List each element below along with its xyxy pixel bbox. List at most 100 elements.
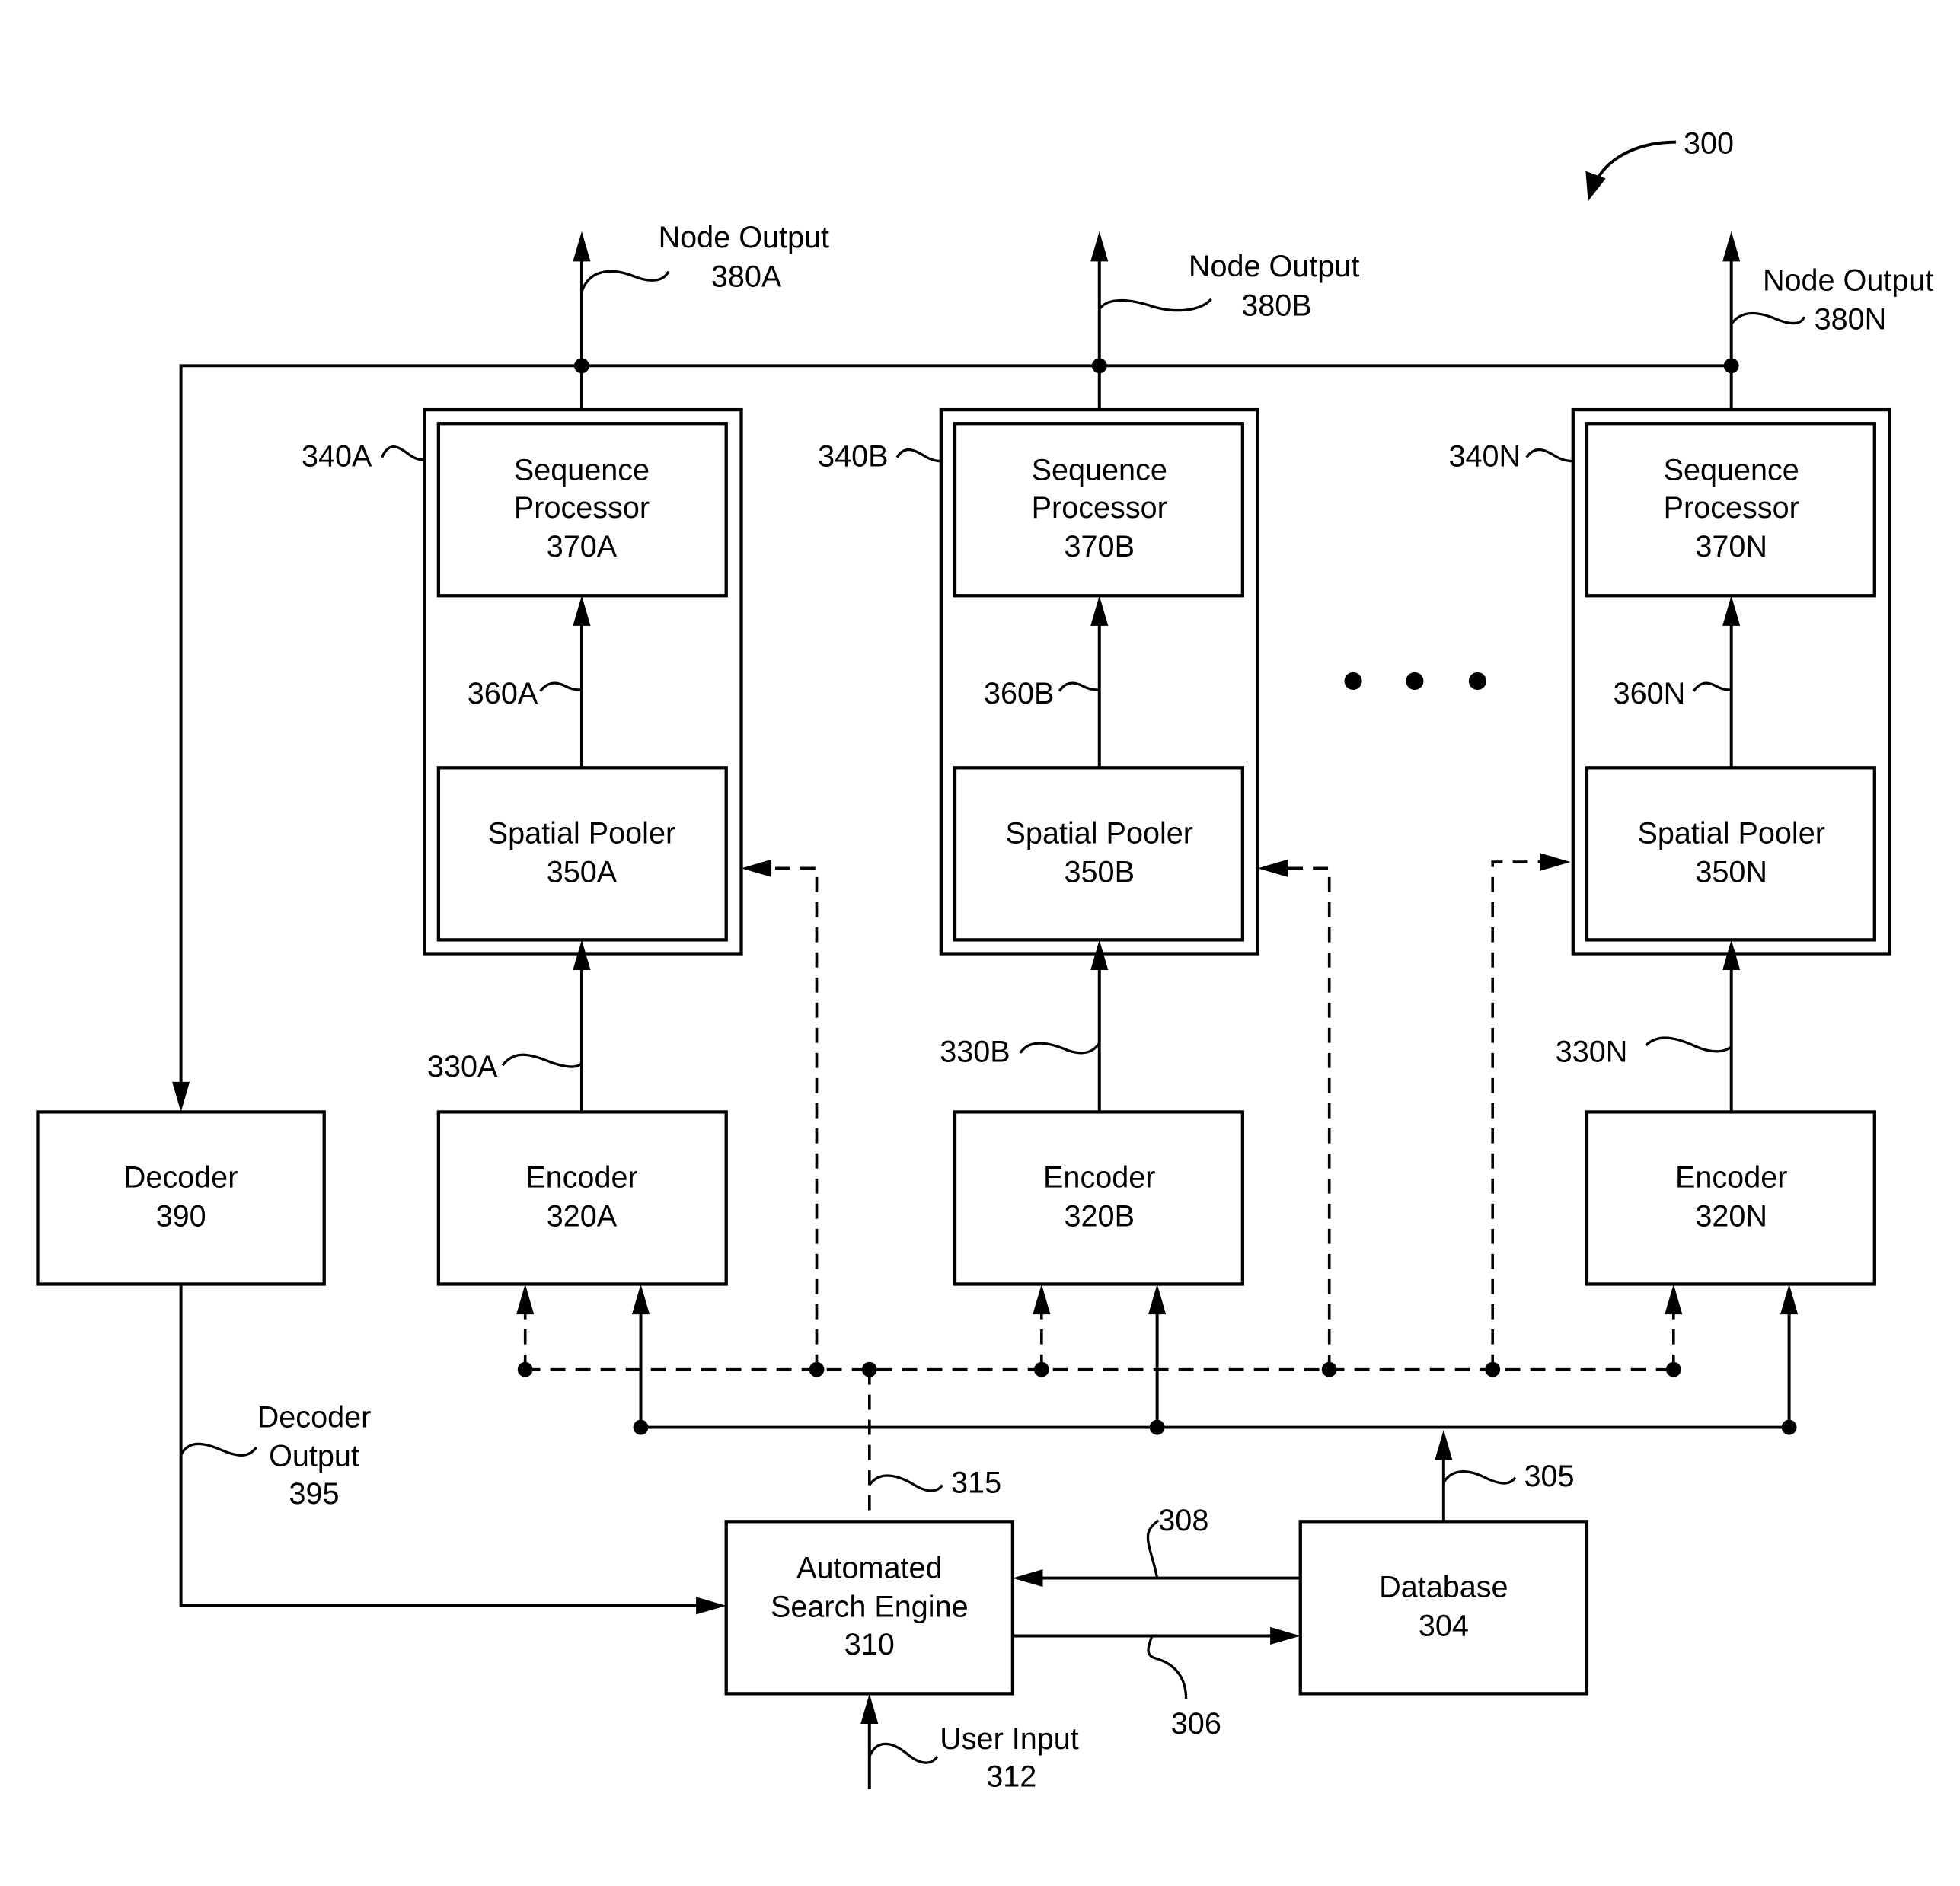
data-bus-ref: 305 [1524,1460,1574,1493]
decoder-output-ref: 395 [289,1477,339,1511]
node-340n: Node Output 380N 340N Sequence Processor… [1448,231,1933,1286]
figure-ref-arrowhead [1585,171,1606,202]
encoder-ref: 320B [1065,1200,1135,1233]
ellipsis-dot [1344,672,1362,691]
spatial-pooler-line1: Spatial Pooler [488,816,675,850]
database-ref: 304 [1419,1609,1469,1642]
results-leader [1146,1519,1160,1578]
node-output-arrowhead [1090,231,1109,262]
ellipsis-dot [1468,672,1486,691]
control-to-pooler-n-arrowhead [1540,853,1571,871]
sequence-processor-ref: 370N [1695,530,1767,563]
sequence-processor-line2: Processor [1032,491,1167,525]
control-to-pooler-b-arrowhead [1257,859,1288,877]
node-output-leader [1730,311,1805,325]
figure-ref-label: 300 [1684,126,1734,160]
user-input-leader [868,1742,939,1764]
node-output-arrowhead [1722,231,1741,262]
ellipsis [1344,672,1486,691]
decoder-output-line1: Decoder [257,1401,372,1434]
node-340a: Node Output 380A 340A Sequence Processor… [302,221,829,1286]
control-junction-dot [1485,1361,1501,1377]
control-junction-dot [809,1361,825,1377]
node-output-arrowhead [573,231,591,262]
sequence-processor-ref: 370B [1065,530,1135,563]
database-line1: Database [1379,1570,1508,1604]
search-engine-310: Automated Search Engine 310 [724,1520,1015,1696]
encoder-box[interactable] [953,1110,1244,1286]
encoder-line1: Encoder [1043,1160,1155,1194]
spatial-pooler-ref: 350N [1695,855,1767,889]
encoder-box[interactable] [1585,1110,1876,1286]
user-input-312: User Input 312 [860,1693,1079,1793]
node-ref-label: 340B [818,439,888,473]
spatial-pooler-box[interactable] [436,766,728,942]
control-junction-dot [1665,1361,1681,1377]
decoder-ref: 390 [156,1200,206,1233]
control-to-encoder-n-arrowhead [1665,1284,1683,1315]
data-to-encoder-b-arrowhead [1148,1284,1167,1315]
encoder-box[interactable] [436,1110,728,1286]
system-diagram: 300 Node Output 380A 340A Sequence Proce… [36,126,1933,1793]
control-leader [868,1474,943,1492]
node-output-ref: 380N [1815,302,1887,336]
search-engine-line2: Search Engine [771,1591,969,1624]
control-to-pooler-a [761,866,819,1370]
spatial-pooler-ref: 350A [547,855,618,889]
control-junction-dot [517,1361,533,1377]
data-to-encoder-a-arrowhead [631,1284,650,1315]
query-leader [1147,1635,1188,1699]
search-engine-ref: 310 [844,1628,895,1661]
data-junction-dot [1149,1419,1165,1435]
user-input-ref: 312 [986,1760,1036,1793]
link-330-label: 330N [1556,1035,1628,1068]
query-arrowhead [1270,1626,1301,1645]
bus-junction-dot [574,358,589,374]
encoder-ref: 320A [547,1200,618,1233]
user-input-line1: User Input [940,1722,1079,1756]
node-output-ref: 380A [711,260,782,293]
node-output-ref: 380B [1241,289,1311,322]
node-ref-leader [895,448,941,463]
data-to-encoder-n-arrowhead [1780,1284,1799,1315]
link-360-label: 360B [984,677,1054,710]
control-to-pooler-n [1491,860,1553,1370]
decoder-output-arrowhead [696,1597,726,1615]
node-ref-leader [381,445,425,461]
ellipsis-dot [1406,672,1424,691]
query-ref: 306 [1171,1707,1221,1741]
link-330-leader [501,1053,583,1068]
control-to-encoder-a-arrowhead [516,1284,535,1315]
user-input-arrowhead [860,1693,879,1724]
decoder-output-line2: Output [269,1440,359,1473]
node-output-label: Node Output [659,221,829,254]
control-junction-dot [1033,1361,1049,1377]
link-330-leader [1645,1036,1732,1053]
results-link-308: 308 [1012,1504,1301,1588]
node-ref-label: 340A [302,439,372,473]
spatial-pooler-box[interactable] [1585,766,1876,942]
bus-junction-dot [1091,358,1107,374]
node-output-leader [1098,298,1212,312]
link-330-label: 330B [940,1035,1010,1068]
data-bus-305: 305 [631,1284,1799,1522]
sequence-processor-line1: Sequence [1664,453,1799,487]
bus-junction-dot [1723,358,1739,374]
node-340b: Node Output 380B 340B Sequence Processor… [818,231,1359,1286]
link-330-leader [1019,1042,1101,1055]
database-304: Database 304 [1298,1520,1589,1696]
database-uplink-arrowhead [1435,1429,1453,1460]
figure-ref-leader [1594,140,1677,183]
encoder-line1: Encoder [1675,1160,1787,1194]
spatial-pooler-box[interactable] [953,766,1244,942]
database-box[interactable] [1298,1520,1589,1696]
data-junction-dot [633,1419,649,1435]
control-to-encoder-b-arrowhead [1033,1284,1051,1315]
control-ref: 315 [951,1466,1001,1499]
search-engine-line1: Automated [796,1552,942,1585]
decoder-output-line [179,1284,707,1607]
spatial-pooler-line1: Spatial Pooler [1637,816,1824,850]
node-output-label: Node Output [1189,250,1359,283]
decoder-box[interactable] [36,1110,326,1286]
sequence-processor-ref: 370A [547,530,618,563]
